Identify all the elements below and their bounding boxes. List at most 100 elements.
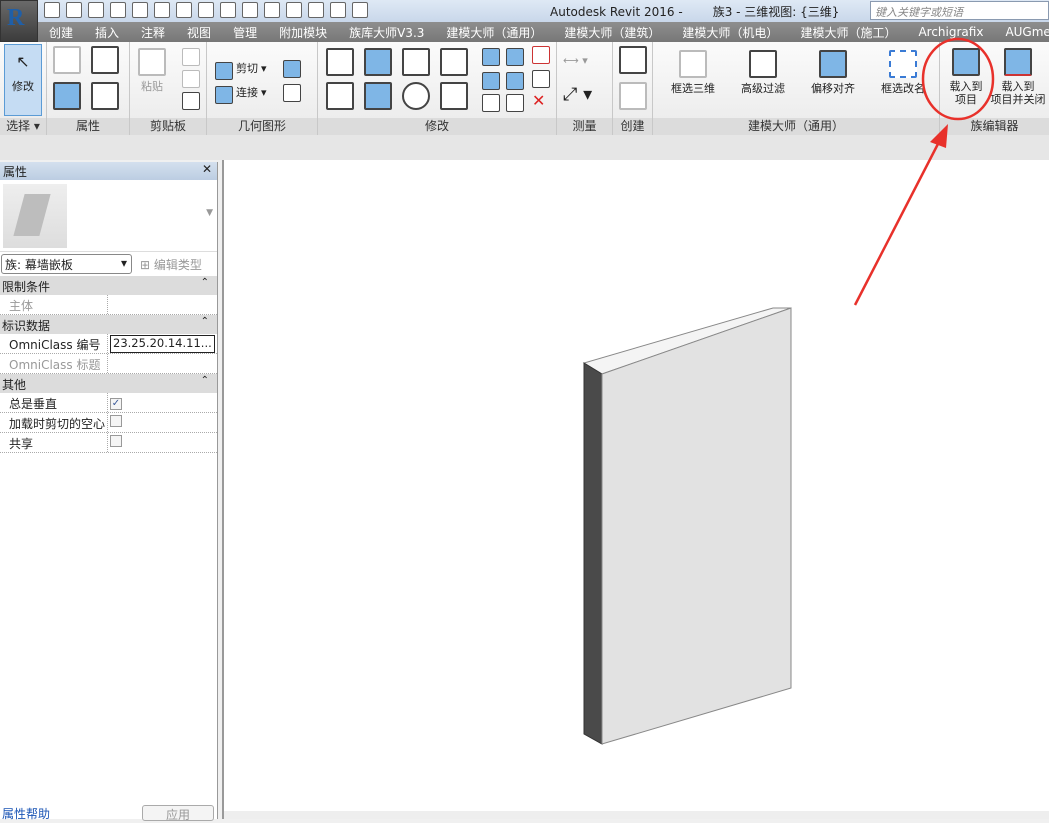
type-properties-button[interactable]	[91, 82, 119, 114]
box-rename-button[interactable]: 框选改名	[877, 50, 929, 95]
load-into-project-and-close-button[interactable]: 载入到 项目并关闭	[986, 48, 1049, 106]
curtain-panel-model	[582, 307, 792, 745]
scale-icon[interactable]	[506, 72, 524, 94]
measure-icon[interactable]	[176, 2, 192, 18]
tab-modeling-construction[interactable]: 建模大师（施工）	[789, 24, 907, 41]
3d-view-icon[interactable]	[264, 2, 280, 18]
aligned-dimension-icon[interactable]: ⤢ ▾	[563, 86, 592, 104]
omniclass-number-field[interactable]: 23.25.20.14.11...	[110, 335, 215, 353]
collapse-icon[interactable]: ⌃	[201, 375, 209, 386]
copy-icon[interactable]	[182, 70, 200, 92]
move-icon[interactable]	[326, 82, 354, 114]
cut-with-voids-checkbox[interactable]	[110, 415, 122, 427]
type-properties-icon	[91, 82, 119, 110]
select-dropdown[interactable]: 选择 ▾	[0, 118, 46, 135]
array-icon[interactable]	[482, 72, 500, 94]
tab-create[interactable]: 创建	[38, 24, 84, 41]
tab-augmentect[interactable]: AUGmentect	[994, 25, 1049, 39]
edit-type-icon: ⊞	[140, 258, 154, 272]
extend-icon[interactable]	[506, 94, 524, 116]
offset-align-button[interactable]: 偏移对齐	[807, 50, 859, 95]
type-selector[interactable]: 族: 幕墙嵌板	[1, 254, 132, 274]
always-vertical-checkbox[interactable]: ✓	[110, 398, 122, 410]
undo-icon[interactable]	[132, 2, 148, 18]
cut-geometry-button[interactable]: 剪切 ▾	[215, 62, 267, 80]
property-row: OmniClass 标题	[0, 354, 217, 374]
trim-extend-icon[interactable]	[440, 82, 468, 114]
split-face-icon[interactable]	[283, 84, 301, 106]
paste-button[interactable]: 粘贴	[138, 48, 166, 93]
mirror-pick-axis-icon[interactable]	[402, 48, 430, 80]
wall-joins-icon[interactable]	[283, 60, 301, 82]
section-icon[interactable]	[286, 2, 302, 18]
family-category-button[interactable]	[91, 46, 119, 78]
dimension-icon[interactable]	[198, 2, 214, 18]
tab-modeling-arch[interactable]: 建模大师（建筑）	[553, 24, 671, 41]
align-icon[interactable]	[326, 48, 354, 80]
close-icon[interactable]: ✕	[202, 162, 212, 176]
tab-modeling-mep[interactable]: 建模大师（机电）	[671, 24, 789, 41]
shared-checkbox[interactable]	[110, 435, 122, 447]
tab-addins[interactable]: 附加模块	[268, 24, 338, 41]
edit-type-button[interactable]: ⊞ 编辑类型	[140, 256, 202, 273]
panel-label: 几何图形	[207, 118, 317, 135]
property-row: 主体	[0, 295, 217, 315]
group-constraints[interactable]: 限制条件 ⌃	[0, 276, 217, 295]
mirror-draw-axis-icon[interactable]	[440, 48, 468, 80]
tab-family-library[interactable]: 族库大师V3.3	[338, 24, 435, 41]
create-group-icon[interactable]	[619, 82, 647, 114]
load-into-project-button[interactable]: 载入到 项目	[944, 48, 988, 106]
match-properties-icon[interactable]	[182, 92, 200, 114]
property-row: 共享	[0, 433, 217, 453]
trim-multiple-icon[interactable]	[482, 94, 500, 116]
group-identity-data[interactable]: 标识数据 ⌃	[0, 315, 217, 334]
redo-icon[interactable]	[154, 2, 170, 18]
box-select-3d-button[interactable]: 框选三维	[667, 50, 719, 95]
properties-button[interactable]	[53, 82, 81, 114]
create-similar-icon[interactable]	[619, 46, 647, 78]
group-other[interactable]: 其他 ⌃	[0, 374, 217, 393]
advanced-filter-button[interactable]: 高级过滤	[737, 50, 789, 95]
save-icon[interactable]	[88, 2, 104, 18]
application-menu-button[interactable]: R	[0, 0, 38, 42]
close-hidden-icon[interactable]	[330, 2, 346, 18]
modify-button[interactable]: ↖ 修改	[4, 44, 42, 116]
cut-icon[interactable]	[182, 48, 200, 70]
measure-between-icon[interactable]: ⟷ ▾	[563, 54, 588, 67]
switch-windows-icon[interactable]	[352, 2, 368, 18]
tab-archigrafix[interactable]: Archigrafix	[907, 25, 994, 39]
join-geometry-button[interactable]: 连接 ▾	[215, 86, 267, 104]
tab-annotate[interactable]: 注释	[130, 24, 176, 41]
split-element-icon[interactable]	[482, 48, 500, 70]
sync-icon[interactable]	[110, 2, 126, 18]
view-control-bar[interactable]	[224, 811, 1049, 819]
search-input[interactable]: 键入关键字或短语	[870, 1, 1049, 20]
unpin-icon[interactable]	[532, 46, 550, 68]
thin-lines-icon[interactable]	[308, 2, 324, 18]
properties-help-link[interactable]: 属性帮助	[2, 805, 50, 822]
panel-side-face	[583, 362, 603, 745]
family-types-button[interactable]	[53, 46, 81, 78]
tab-modeling-general[interactable]: 建模大师（通用）	[435, 24, 553, 41]
paste-icon	[138, 48, 166, 76]
3d-viewport[interactable]	[222, 160, 1049, 819]
split-gap-icon[interactable]	[506, 48, 524, 70]
new-icon[interactable]	[44, 2, 60, 18]
chevron-down-icon[interactable]: ▼	[206, 208, 213, 218]
open-icon[interactable]	[66, 2, 82, 18]
tag-icon[interactable]	[220, 2, 236, 18]
copy-element-icon[interactable]	[364, 82, 392, 114]
tab-insert[interactable]: 插入	[84, 24, 130, 41]
panel-label: 族编辑器	[940, 118, 1049, 135]
pin-icon[interactable]	[532, 70, 550, 92]
tab-view[interactable]: 视图	[176, 24, 222, 41]
delete-icon[interactable]: ✕	[532, 93, 545, 109]
collapse-icon[interactable]: ⌃	[201, 316, 209, 327]
collapse-icon[interactable]: ⌃	[201, 277, 209, 288]
tab-manage[interactable]: 管理	[222, 24, 268, 41]
offset-icon[interactable]	[364, 48, 392, 80]
panel-label: 剪贴板	[130, 118, 206, 135]
rotate-icon[interactable]	[402, 82, 430, 114]
text-icon[interactable]	[242, 2, 258, 18]
box-rename-icon	[889, 50, 917, 78]
